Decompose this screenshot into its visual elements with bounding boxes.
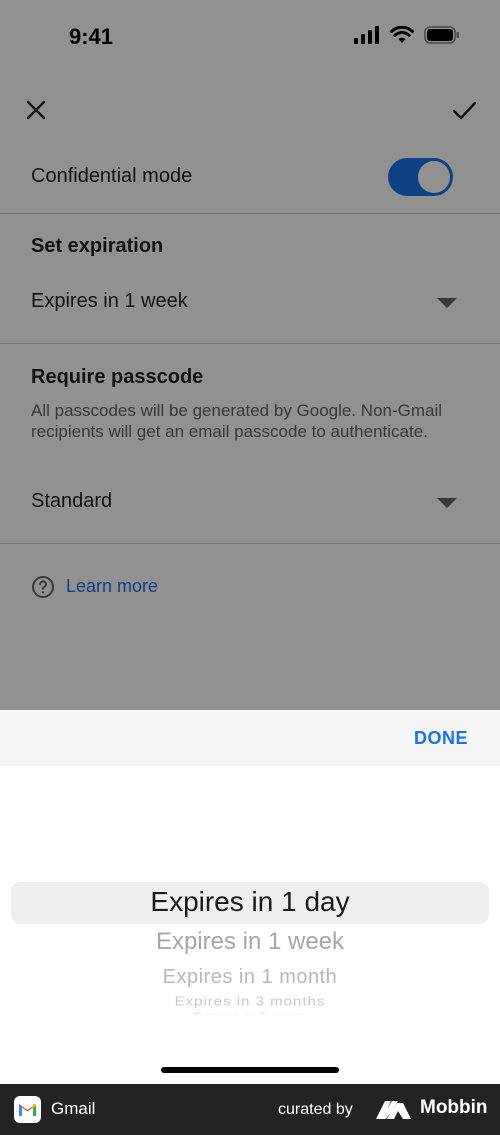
picker-option[interactable]: Expires in 1 week bbox=[0, 928, 500, 956]
picker-option-selected[interactable]: Expires in 1 day bbox=[0, 886, 500, 918]
home-indicator bbox=[161, 1067, 339, 1073]
mobbin-brand: Mobbin bbox=[420, 1097, 488, 1118]
mobbin-logo-icon bbox=[376, 1101, 411, 1119]
picker-option[interactable]: Expires in 5 years bbox=[0, 1010, 500, 1015]
confidential-mode-screen: 9:41 Confidential mode Set expiration Ex… bbox=[0, 0, 500, 710]
attribution-footer: Gmail curated by Mobbin bbox=[0, 1084, 500, 1135]
curated-by-label: curated by bbox=[278, 1101, 353, 1118]
picker-option[interactable]: Expires in 1 month bbox=[0, 966, 500, 989]
expiration-picker[interactable]: Expires in 1 day Expires in 1 week Expir… bbox=[0, 766, 500, 1084]
picker-option[interactable]: Expires in 3 months bbox=[0, 994, 500, 1008]
modal-scrim[interactable] bbox=[0, 0, 500, 710]
done-button[interactable]: DONE bbox=[414, 728, 468, 749]
picker-toolbar: DONE bbox=[0, 710, 500, 766]
app-name: Gmail bbox=[51, 1099, 96, 1118]
gmail-logo-icon bbox=[14, 1096, 41, 1123]
